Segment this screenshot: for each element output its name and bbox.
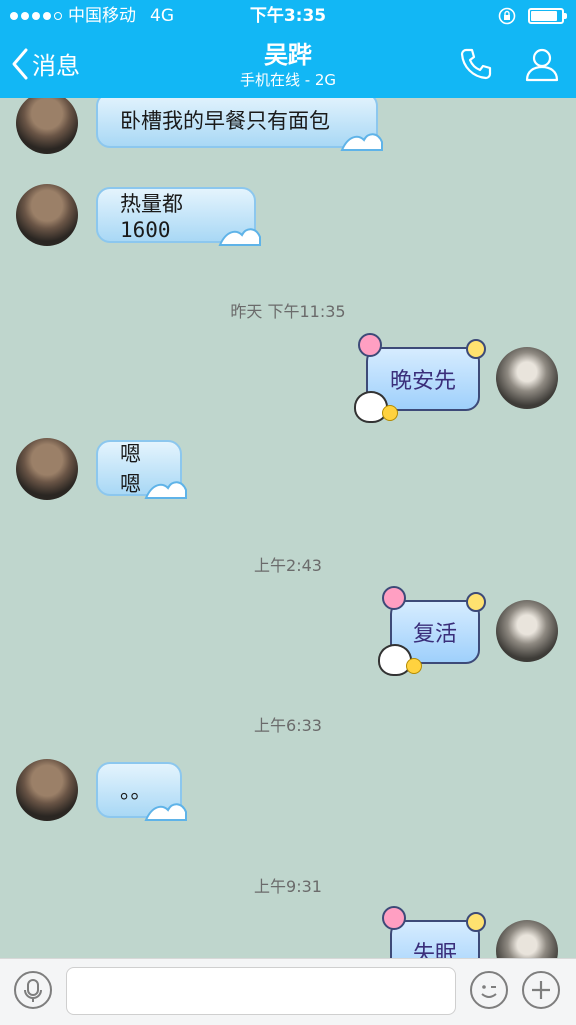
message-bubble[interactable]: 热量都1600 xyxy=(96,187,261,246)
nav-bar: 消息 吴跸 手机在线 - 2G xyxy=(0,32,576,98)
signal-strength-icon xyxy=(10,12,62,20)
message-text: 复活 xyxy=(412,622,457,647)
network-type: 4G xyxy=(150,6,174,26)
message-bubble[interactable]: 复活 xyxy=(378,586,486,676)
balloon-sticker-icon xyxy=(382,586,406,610)
back-button[interactable]: 消息 xyxy=(10,46,80,81)
chevron-left-icon xyxy=(12,48,28,79)
timestamp: 上午9:31 xyxy=(254,877,322,896)
message-text: 热量都1600 xyxy=(120,192,183,242)
voice-button[interactable] xyxy=(14,971,52,1009)
input-bar xyxy=(0,958,576,1025)
plus-button[interactable] xyxy=(522,971,560,1009)
contact-avatar[interactable] xyxy=(16,184,78,246)
emoji-icon xyxy=(481,985,497,998)
wave-decoration-icon xyxy=(144,481,187,499)
message-text: 晚安先 xyxy=(389,369,456,394)
plus-icon xyxy=(532,981,550,999)
contact-avatar[interactable] xyxy=(16,759,78,821)
contact-avatar[interactable] xyxy=(16,98,78,154)
microphone-icon xyxy=(24,979,42,1002)
timestamp: 上午6:33 xyxy=(254,716,322,735)
wave-decoration-icon xyxy=(340,133,383,151)
message-bubble[interactable]: 晚安先 xyxy=(354,333,486,423)
message-bubble[interactable]: 。。 xyxy=(96,762,187,821)
message-bubble[interactable]: 失眠 xyxy=(382,906,486,958)
balloon-sticker-icon xyxy=(382,906,406,930)
top-bar: 中国移动 4G 下午3:35 消息 吴跸 手机在线 - 2G xyxy=(0,0,576,98)
flower-sticker-icon xyxy=(466,592,486,612)
profile-icon[interactable] xyxy=(522,44,562,84)
timestamp: 上午2:43 xyxy=(254,556,322,575)
emoji-button[interactable] xyxy=(470,971,508,1009)
chick-sticker-icon xyxy=(406,658,422,674)
message-text: 失眠 xyxy=(412,942,457,958)
rotation-lock-icon xyxy=(498,7,516,25)
my-avatar[interactable] xyxy=(496,600,558,662)
phone-icon[interactable] xyxy=(456,44,496,84)
timestamp: 昨天 下午11:35 xyxy=(230,302,346,321)
wave-decoration-icon xyxy=(144,803,187,821)
my-avatar[interactable] xyxy=(496,920,558,958)
message-input[interactable] xyxy=(66,967,456,1015)
message-text: 卧槽我的早餐只有面包 xyxy=(120,109,330,133)
message-bubble[interactable]: 卧槽我的早餐只有面包 xyxy=(96,98,383,151)
chat-area[interactable]: 卧槽我的早餐只有面包 热量都1600 昨天 下午11:35 晚安先 嗯嗯 上午2… xyxy=(0,98,576,958)
wave-decoration-icon xyxy=(218,228,261,246)
my-avatar[interactable] xyxy=(496,347,558,409)
flower-sticker-icon xyxy=(466,339,486,359)
back-label: 消息 xyxy=(32,52,80,80)
flower-sticker-icon xyxy=(466,912,486,932)
battery-icon xyxy=(528,8,567,24)
balloon-sticker-icon xyxy=(358,333,382,357)
status-bar: 中国移动 4G 下午3:35 xyxy=(0,0,576,32)
carrier-label: 中国移动 xyxy=(68,6,136,26)
chick-sticker-icon xyxy=(382,405,398,421)
contact-avatar[interactable] xyxy=(16,438,78,500)
message-bubble[interactable]: 嗯嗯 xyxy=(96,440,187,499)
